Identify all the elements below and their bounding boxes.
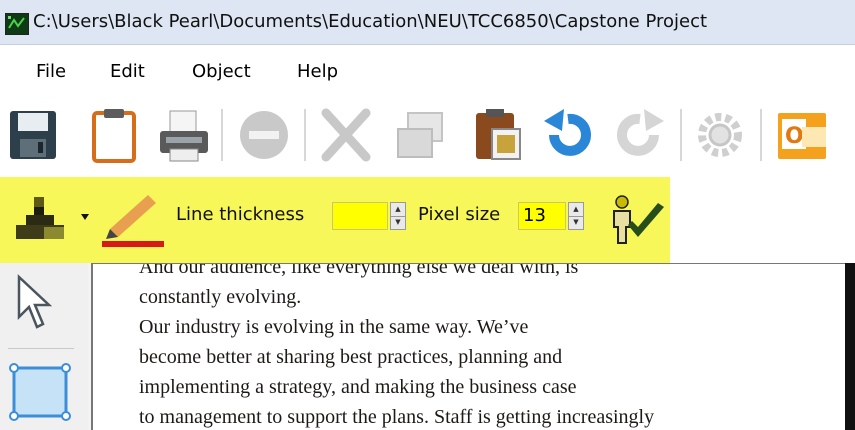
document-line: And our audience, like everything else w…: [139, 263, 579, 278]
window-border: [845, 263, 855, 430]
clipboard-icon[interactable]: [86, 105, 142, 165]
document-line: Our industry is evolving in the same way…: [139, 316, 529, 338]
line-thickness-input[interactable]: [332, 202, 388, 230]
svg-text:O: O: [785, 124, 804, 149]
spin-down-icon[interactable]: ▼: [391, 216, 405, 229]
pixel-brush-icon[interactable]: [14, 195, 74, 241]
spin-up-icon[interactable]: ▲: [569, 203, 583, 217]
person-check-icon[interactable]: [608, 195, 666, 245]
line-thickness-label: Line thickness: [176, 204, 305, 225]
document-line: to management to support the plans. Staf…: [139, 406, 655, 428]
toolbar-separator: [221, 109, 223, 161]
title-bar: C:\Users\Black Pearl\Documents\Education…: [0, 0, 855, 45]
minus-circle-icon[interactable]: [236, 105, 292, 165]
panel-separator: [8, 348, 74, 349]
dropdown-arrow-icon[interactable]: [80, 213, 90, 221]
spin-down-icon[interactable]: ▼: [569, 216, 583, 229]
settings-gear-icon[interactable]: [692, 105, 748, 165]
redo-icon[interactable]: [612, 105, 668, 165]
menu-help[interactable]: Help: [297, 61, 338, 82]
app-window: C:\Users\Black Pearl\Documents\Education…: [0, 0, 855, 430]
select-cursor-icon[interactable]: [13, 273, 53, 333]
paste-icon[interactable]: [470, 105, 526, 165]
menu-edit[interactable]: Edit: [110, 61, 145, 82]
pixel-size-spinner[interactable]: ▲ ▼: [568, 202, 584, 230]
document-line: implementing a strategy, and making the …: [139, 376, 577, 398]
copy-icon[interactable]: [392, 105, 448, 165]
pixel-size-label: Pixel size: [418, 204, 501, 225]
document-canvas[interactable]: And our audience, like everything else w…: [91, 263, 855, 430]
pencil-icon[interactable]: [100, 191, 166, 247]
print-icon[interactable]: [156, 105, 212, 165]
undo-icon[interactable]: [540, 105, 596, 165]
menu-bar: File Edit Object Help: [0, 45, 855, 95]
toolbar-separator: [760, 109, 762, 161]
save-icon[interactable]: [6, 105, 62, 165]
main-toolbar: O: [0, 95, 855, 177]
menu-file[interactable]: File: [36, 61, 66, 82]
pixel-size-input[interactable]: 13: [518, 202, 566, 230]
rectangle-tool-icon[interactable]: [8, 362, 72, 422]
toolbar-separator: [680, 109, 682, 161]
line-thickness-spinner[interactable]: ▲ ▼: [390, 202, 406, 230]
spin-up-icon[interactable]: ▲: [391, 203, 405, 217]
window-title: C:\Users\Black Pearl\Documents\Education…: [33, 11, 708, 32]
document-line: constantly evolving.: [139, 286, 302, 308]
app-icon: [5, 13, 29, 35]
outlook-icon[interactable]: O: [774, 105, 830, 165]
toolbar-empty-area: [670, 177, 855, 263]
document-line: become better at sharing best practices,…: [139, 346, 563, 368]
cut-icon[interactable]: [318, 105, 374, 165]
toolbar-separator: [304, 109, 306, 161]
tool-options-bar: Line thickness ▲ ▼ Pixel size 13 ▲ ▼: [0, 177, 670, 263]
menu-object[interactable]: Object: [192, 61, 251, 82]
